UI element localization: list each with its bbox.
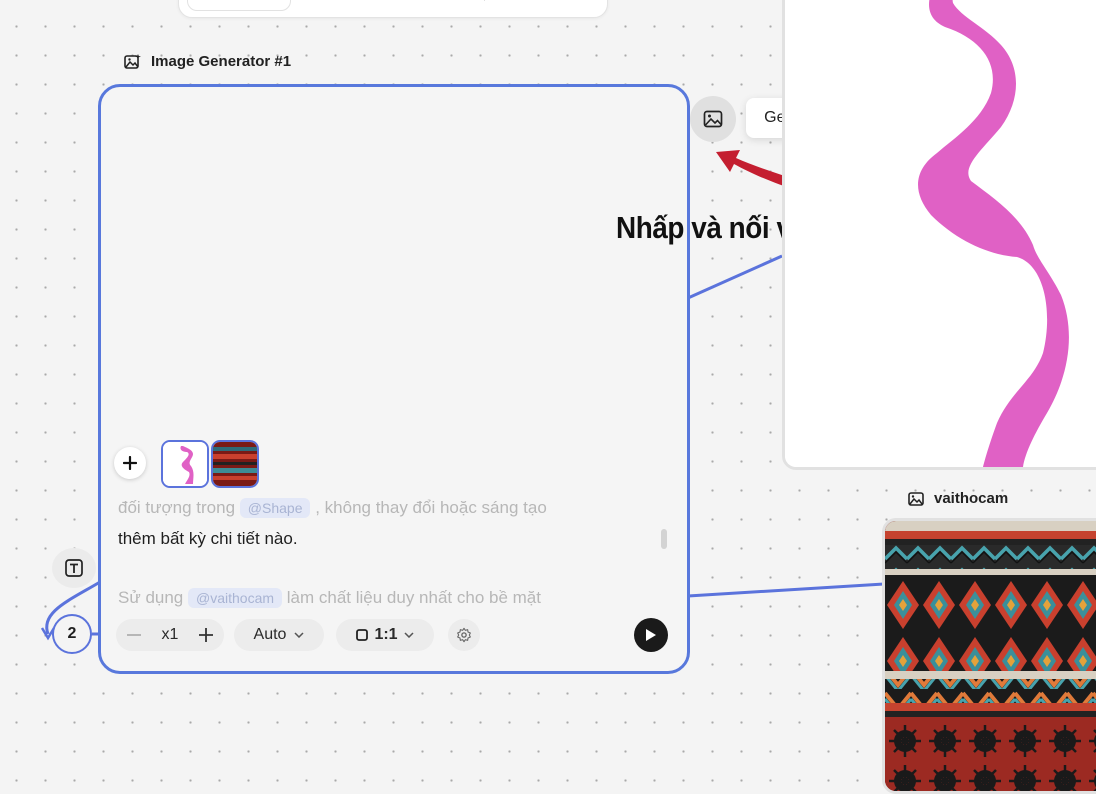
text-icon <box>65 559 83 577</box>
square-icon <box>356 629 369 641</box>
texture-image-node[interactable] <box>882 518 1096 794</box>
chevron-down-icon <box>294 632 304 638</box>
mode-select[interactable]: Auto <box>234 619 324 651</box>
run-button[interactable] <box>634 618 668 652</box>
minus-icon[interactable] <box>126 627 142 643</box>
image-icon <box>703 110 723 128</box>
image-output-handle[interactable] <box>690 96 736 142</box>
plus-icon[interactable] <box>198 627 214 643</box>
gear-icon <box>457 627 471 643</box>
play-icon <box>646 629 656 641</box>
texture-node-title: vaithocam <box>934 490 1009 507</box>
prompt-line1-a: đối tượng trong <box>118 498 236 517</box>
add-reference-button[interactable] <box>114 447 146 479</box>
reference-thumb-shape[interactable] <box>161 440 209 488</box>
fabric-pattern-image <box>885 521 1096 791</box>
prompt-line3-a: Sử dụng <box>118 588 184 607</box>
reference-thumb-texture[interactable] <box>211 440 259 488</box>
generator-node-header: Image Generator #1 <box>124 53 291 70</box>
mode-label: Auto <box>253 626 287 643</box>
quantity-stepper[interactable]: x1 <box>116 619 224 651</box>
image-generator-icon <box>124 54 141 69</box>
shape-thumbnail <box>163 442 207 486</box>
input-count-badge[interactable]: 2 <box>52 614 92 654</box>
texture-node-header: vaithocam <box>908 490 1008 507</box>
mention-shape[interactable]: @Shape <box>239 498 311 518</box>
prompt-line1-b: , không thay đổi hoặc sáng tạo <box>315 498 547 517</box>
mention-vaithocam[interactable]: @vaithocam <box>188 588 283 608</box>
previous-node-pill[interactable] <box>187 0 291 11</box>
generator-toolbar: x1 Auto 1:1 <box>116 618 480 652</box>
prompt-line2: thêm bất kỳ chi tiết nào. <box>118 529 298 548</box>
generator-node-title: Image Generator #1 <box>151 53 292 70</box>
text-input-handle[interactable] <box>52 548 96 588</box>
connector-texture <box>687 582 885 598</box>
connector-shape <box>687 254 783 300</box>
prompt-text-area[interactable]: đối tượng trong @Shape , không thay đổi … <box>118 496 644 608</box>
quantity-value: x1 <box>161 626 179 643</box>
texture-thumbnail <box>213 442 257 486</box>
aspect-ratio-label: 1:1 <box>374 626 398 643</box>
aspect-ratio-select[interactable]: 1:1 <box>336 619 434 651</box>
prompt-scrollbar[interactable] <box>661 529 667 549</box>
previous-node-card <box>178 0 608 18</box>
chevron-down-icon <box>404 632 414 638</box>
settings-button[interactable] <box>448 619 480 651</box>
prompt-line3-b: làm chất liệu duy nhất cho bề mặt <box>286 588 541 607</box>
pink-shape-image <box>785 0 1096 467</box>
plus-icon <box>123 456 137 470</box>
shape-image-node[interactable] <box>782 0 1096 470</box>
image-icon <box>908 491 924 506</box>
